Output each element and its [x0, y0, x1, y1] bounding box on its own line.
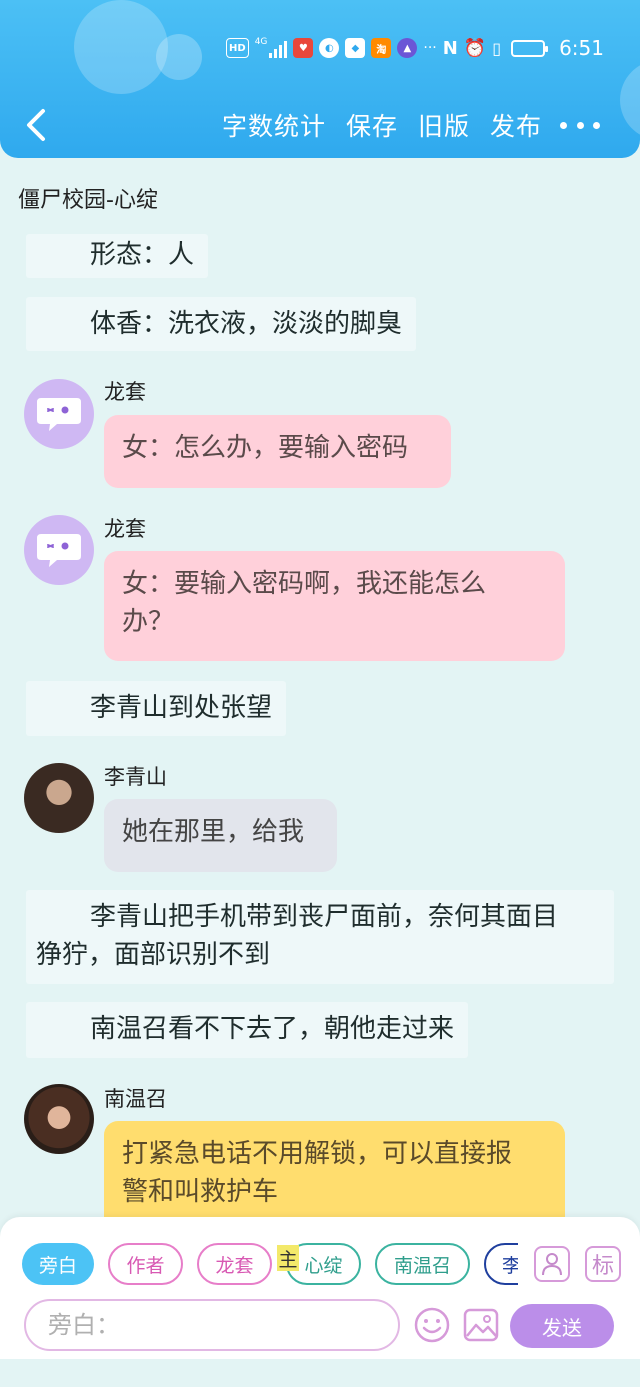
taobao-icon: 淘	[371, 38, 392, 58]
dialog-bubble[interactable]: 她在那里，给我	[104, 799, 337, 872]
narration-block[interactable]: 李青山把手机带到丧尸面前，奈何其面目 狰狞，面部识别不到	[26, 890, 614, 984]
bottom-strip	[0, 1359, 640, 1387]
education-app-icon: ▲	[397, 38, 418, 58]
smiley-icon	[414, 1307, 450, 1343]
character-manage-button[interactable]	[534, 1246, 570, 1282]
chat-bubble-face-icon	[37, 534, 81, 567]
header-actions: 字数统计 保存 旧版 发布	[222, 100, 542, 150]
network-type: 4G	[254, 37, 268, 47]
dialog-text: 她在那里，给我	[122, 817, 305, 847]
narration-text: 李青山把手机带到丧尸面前，奈何其面目	[90, 902, 559, 932]
narration-block[interactable]: 形态：人	[26, 234, 209, 278]
narration-block[interactable]: 南温召看不下去了，朝他走过来	[26, 1002, 469, 1058]
app-notification-icon: ♥	[293, 38, 314, 58]
save-button[interactable]: 保存	[346, 107, 398, 143]
role-liqingshan[interactable]: 李	[484, 1243, 518, 1285]
more-dots-icon	[560, 121, 567, 129]
narration-block[interactable]: 体香：洗衣液，淡淡的脚臭	[26, 297, 417, 351]
image-icon	[463, 1308, 499, 1342]
dialog-bubble[interactable]: 女：怎么办，要输入密码	[104, 415, 451, 488]
narration-block[interactable]: 李青山到处张望	[26, 681, 287, 736]
narration-text: 南温召看不下去了，朝他走过来	[90, 1014, 455, 1044]
avatar[interactable]	[24, 763, 94, 833]
dialog-text: 办？	[122, 607, 175, 637]
speaker-name: 李青山	[104, 765, 167, 789]
send-button[interactable]: 发送	[510, 1304, 614, 1348]
person-icon	[542, 1253, 562, 1276]
avatar[interactable]	[24, 1084, 94, 1154]
signal-icon: 4G	[255, 38, 288, 58]
dialog-bubble[interactable]: 女：要输入密码啊，我还能怎么 办？	[104, 551, 565, 661]
status-bar: HD 4G ♥ ◐ ◆ 淘 ▲ ··· N ⏰ ▯ 6:51	[0, 30, 640, 66]
speaker-name: 龙套	[104, 380, 146, 404]
app-header: HD 4G ♥ ◐ ◆ 淘 ▲ ··· N ⏰ ▯ 6:51 字数统计 保存 旧…	[0, 0, 640, 158]
nfc-icon: N	[442, 37, 458, 59]
battery-icon	[511, 39, 549, 57]
main-character-badge: 主	[277, 1245, 299, 1271]
role-extra[interactable]: 龙套	[197, 1243, 272, 1285]
more-options-button[interactable]	[560, 112, 600, 138]
word-count-button[interactable]: 字数统计	[222, 107, 326, 143]
app-notification-icon: ◐	[319, 38, 340, 58]
image-button[interactable]	[462, 1306, 500, 1344]
alarm-icon: ⏰	[463, 37, 487, 59]
dialog-text: 打紧急电话不用解锁，可以直接报	[122, 1139, 513, 1169]
dialog-text: 女：怎么办，要输入密码	[122, 433, 409, 463]
role-nanwenzhao[interactable]: 南温召	[375, 1243, 470, 1285]
narration-text: 狰狞，面部识别不到	[36, 940, 271, 970]
narration-text: 形态：人	[90, 240, 195, 270]
role-author[interactable]: 作者	[108, 1243, 183, 1285]
avatar[interactable]	[24, 379, 94, 449]
dialog-text: 警和叫救护车	[122, 1177, 279, 1207]
hd-icon: HD	[226, 38, 249, 58]
dialog-bubble[interactable]: 打紧急电话不用解锁，可以直接报 警和叫救护车	[104, 1121, 565, 1231]
narration-text: 李青山到处张望	[90, 693, 273, 723]
dialog-text: 女：要输入密码啊，我还能怎么	[122, 569, 487, 599]
tag-icon: 标	[591, 1254, 614, 1279]
publish-button[interactable]: 发布	[490, 107, 542, 143]
avatar[interactable]	[24, 515, 94, 585]
back-button[interactable]	[20, 108, 52, 142]
message-input[interactable]	[24, 1299, 400, 1351]
old-version-button[interactable]: 旧版	[418, 107, 470, 143]
chat-bubble-face-icon	[37, 398, 81, 431]
more-notifications-icon: ···	[423, 40, 437, 56]
tag-button[interactable]: 标	[585, 1246, 621, 1282]
role-narrator[interactable]: 旁白	[22, 1243, 94, 1285]
vibrate-icon: ▯	[492, 38, 502, 58]
clock: 6:51	[559, 36, 604, 60]
emoji-button[interactable]	[413, 1306, 451, 1344]
narration-text: 体香：洗衣液，淡淡的脚臭	[90, 309, 403, 339]
document-title: 僵尸校园-心绽	[18, 188, 158, 213]
speaker-name: 龙套	[104, 517, 146, 541]
speaker-name: 南温召	[104, 1087, 167, 1111]
role-selector: 旁白 作者 龙套 心绽 南温召 李	[22, 1243, 518, 1285]
top-bar: 字数统计 保存 旧版 发布	[0, 100, 640, 150]
app-notification-icon: ◆	[345, 38, 366, 58]
chevron-left-icon	[27, 109, 45, 141]
